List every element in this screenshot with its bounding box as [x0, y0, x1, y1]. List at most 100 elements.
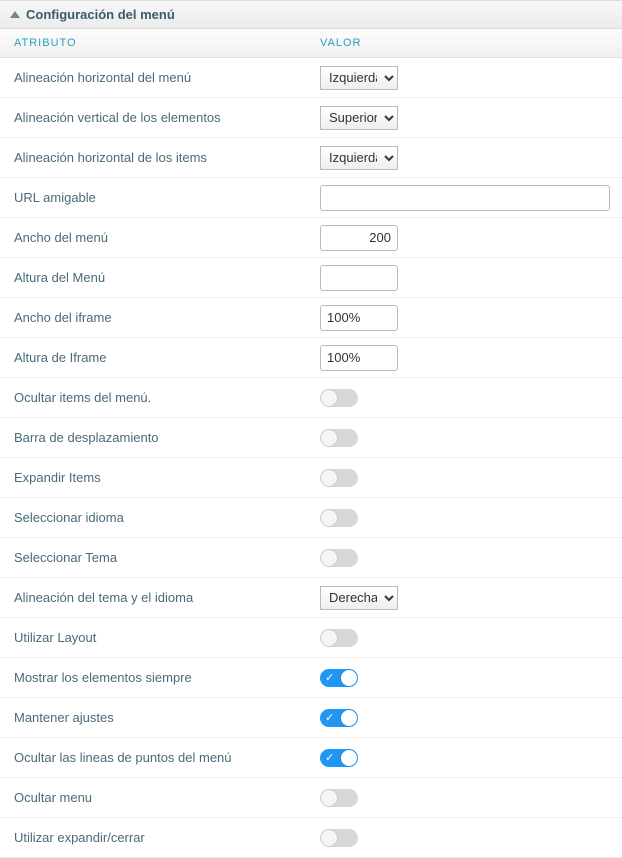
setting-label: Altura de Iframe [0, 350, 310, 365]
toggle-knob [321, 430, 337, 446]
use_layout-toggle[interactable]: ✓ [320, 629, 358, 647]
check-icon: ✓ [325, 670, 334, 686]
menu_height-input[interactable] [320, 265, 398, 291]
setting-label: Expandir Items [0, 470, 310, 485]
setting-label: Utilizar expandir/cerrar [0, 830, 310, 845]
setting-value: ✓ [310, 829, 622, 847]
setting-value: ✓ [310, 469, 622, 487]
setting-label: Barra de desplazamiento [0, 430, 310, 445]
hide_dotted-toggle[interactable]: ✓ [320, 749, 358, 767]
setting-row-select_lang: Seleccionar idioma ✓ [0, 498, 622, 538]
setting-value: ✓ [310, 429, 622, 447]
setting-value [310, 185, 622, 211]
halign_items-select[interactable]: Izquierda [320, 146, 398, 170]
toggle-knob [341, 710, 357, 726]
setting-value: Derecha [310, 586, 622, 610]
setting-value: ✓ [310, 629, 622, 647]
setting-label: Seleccionar idioma [0, 510, 310, 525]
toggle-knob [321, 830, 337, 846]
setting-value: Izquierda [310, 66, 622, 90]
setting-label: Alineación horizontal de los items [0, 150, 310, 165]
check-icon: ✓ [325, 750, 334, 766]
theme_lang_align-select[interactable]: Derecha [320, 586, 398, 610]
setting-label: Ancho del menú [0, 230, 310, 245]
setting-row-expand_items: Expandir Items ✓ [0, 458, 622, 498]
friendly_url-input[interactable] [320, 185, 610, 211]
halign_menu-select[interactable]: Izquierda [320, 66, 398, 90]
iframe_height-input[interactable] [320, 345, 398, 371]
setting-label: Utilizar Layout [0, 630, 310, 645]
setting-value: ✓ [310, 789, 622, 807]
setting-row-use_layout: Utilizar Layout ✓ [0, 618, 622, 658]
scrollbar-toggle[interactable]: ✓ [320, 429, 358, 447]
setting-row-select_theme: Seleccionar Tema ✓ [0, 538, 622, 578]
setting-value: Superior [310, 106, 622, 130]
setting-value: ✓ [310, 509, 622, 527]
toggle-knob [321, 790, 337, 806]
setting-row-friendly_url: URL amigable [0, 178, 622, 218]
setting-row-menu_height: Altura del Menú [0, 258, 622, 298]
select_lang-toggle[interactable]: ✓ [320, 509, 358, 527]
setting-value: ✓ [310, 669, 622, 687]
toggle-knob [321, 630, 337, 646]
setting-value: ✓ [310, 389, 622, 407]
setting-label: URL amigable [0, 190, 310, 205]
check-icon: ✓ [325, 710, 334, 726]
collapse-triangle-icon [10, 11, 20, 18]
expand_close-toggle[interactable]: ✓ [320, 829, 358, 847]
toggle-knob [321, 550, 337, 566]
select_theme-toggle[interactable]: ✓ [320, 549, 358, 567]
setting-row-theme_lang_align: Alineación del tema y el idioma Derecha [0, 578, 622, 618]
setting-row-halign_items: Alineación horizontal de los items Izquie… [0, 138, 622, 178]
setting-label: Alineación vertical de los elementos [0, 110, 310, 125]
toggle-knob [341, 670, 357, 686]
column-headers: ATRIBUTO VALOR [0, 29, 622, 58]
setting-value [310, 305, 622, 331]
section-title: Configuración del menú [26, 7, 175, 22]
setting-value [310, 265, 622, 291]
setting-label: Alineación horizontal del menú [0, 70, 310, 85]
setting-label: Ocultar las lineas de puntos del menú [0, 750, 310, 765]
header-attribute: ATRIBUTO [0, 37, 310, 49]
setting-value: ✓ [310, 749, 622, 767]
hide_items-toggle[interactable]: ✓ [320, 389, 358, 407]
expand_items-toggle[interactable]: ✓ [320, 469, 358, 487]
setting-value: ✓ [310, 549, 622, 567]
iframe_width-input[interactable] [320, 305, 398, 331]
setting-label: Ocultar items del menú. [0, 390, 310, 405]
setting-row-scrollbar: Barra de desplazamiento ✓ [0, 418, 622, 458]
setting-row-hide_dotted: Ocultar las lineas de puntos del menú ✓ [0, 738, 622, 778]
toggle-knob [321, 470, 337, 486]
setting-row-iframe_width: Ancho del iframe [0, 298, 622, 338]
hide_menu-toggle[interactable]: ✓ [320, 789, 358, 807]
keep_settings-toggle[interactable]: ✓ [320, 709, 358, 727]
setting-row-halign_menu: Alineación horizontal del menú Izquierda [0, 58, 622, 98]
setting-label: Seleccionar Tema [0, 550, 310, 565]
setting-value: ✓ [310, 709, 622, 727]
setting-value [310, 225, 622, 251]
setting-label: Alineación del tema y el idioma [0, 590, 310, 605]
rows-container: Alineación horizontal del menúIzquierdaA… [0, 58, 622, 858]
setting-row-hide_items: Ocultar items del menú. ✓ [0, 378, 622, 418]
valign_items-select[interactable]: Superior [320, 106, 398, 130]
setting-label: Mostrar los elementos siempre [0, 670, 310, 685]
setting-label: Altura del Menú [0, 270, 310, 285]
header-value: VALOR [310, 37, 622, 49]
setting-row-iframe_height: Altura de Iframe [0, 338, 622, 378]
setting-row-valign_items: Alineación vertical de los elementos Supe… [0, 98, 622, 138]
setting-label: Mantener ajustes [0, 710, 310, 725]
menu_width-input[interactable] [320, 225, 398, 251]
toggle-knob [321, 390, 337, 406]
section-header[interactable]: Configuración del menú [0, 0, 622, 29]
setting-row-keep_settings: Mantener ajustes ✓ [0, 698, 622, 738]
always_show-toggle[interactable]: ✓ [320, 669, 358, 687]
setting-value: Izquierda [310, 146, 622, 170]
toggle-knob [341, 750, 357, 766]
setting-row-always_show: Mostrar los elementos siempre ✓ [0, 658, 622, 698]
toggle-knob [321, 510, 337, 526]
setting-row-hide_menu: Ocultar menu✓ [0, 778, 622, 818]
setting-row-menu_width: Ancho del menú [0, 218, 622, 258]
setting-value [310, 345, 622, 371]
setting-label: Ancho del iframe [0, 310, 310, 325]
setting-row-expand_close: Utilizar expandir/cerrar ✓ [0, 818, 622, 858]
